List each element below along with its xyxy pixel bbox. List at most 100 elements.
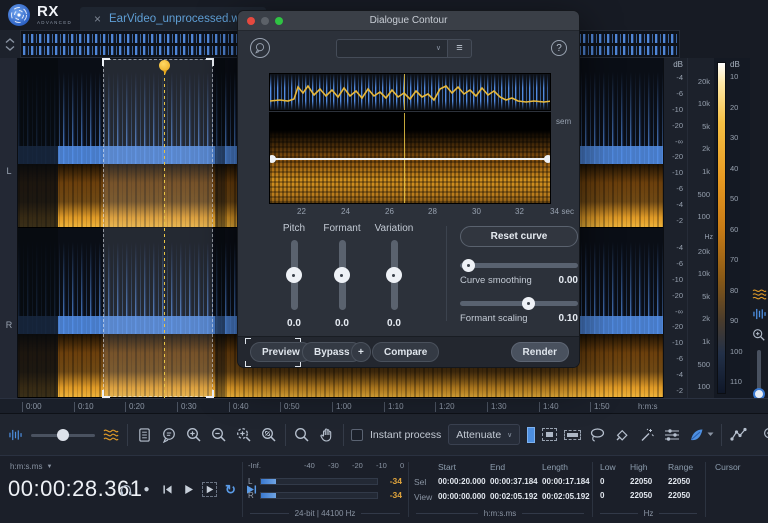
formant-scaling-slider[interactable] [460,301,578,306]
reset-curve-button[interactable]: Reset curve [460,226,578,247]
tab-label[interactable]: EarVideo_unprocessed.wav [109,13,252,25]
preset-dropdown[interactable]: ∨ [336,39,448,58]
formant-scaling-thumb[interactable] [522,297,535,310]
selection-corner[interactable] [206,390,214,398]
event-list-icon[interactable] [135,426,153,444]
colorbar-labels: dB 10 20 30 40 50 60 70 80 90 100 110 [728,58,750,398]
balance-slider-thumb[interactable] [57,429,69,441]
find-icon[interactable] [293,426,311,444]
zoom-in-icon[interactable] [185,426,203,444]
selection-info-section: Start End Length Sel 00:00:20.000 00:00:… [408,456,592,523]
module-dropdown[interactable]: Attenuate ∨ [448,424,520,445]
preset-menu-button[interactable]: ≡ [448,39,472,58]
channel-label-strip: L R [0,58,18,398]
chevron-down-icon: ∨ [436,44,441,52]
wave-spect-balance-slider[interactable] [31,428,95,442]
tab-close-icon[interactable]: × [94,13,101,25]
vertical-zoom-in-icon[interactable] [752,328,766,342]
dialog-playhead-line [404,74,405,110]
spectrogram-colorbar[interactable] [717,62,726,394]
dialogue-contour-dialog: Dialogue Contour ∨ ≡ ? [237,10,580,368]
horizontal-zoom-out-icon[interactable] [761,426,768,444]
zoom-selection-icon[interactable] [235,426,253,444]
bottom-toolbar: Instant process Attenuate ∨ [0,413,768,455]
meter-row-right: R -34 [248,491,402,499]
record-button[interactable]: ● [139,482,154,497]
variation-slider-thumb[interactable] [386,267,402,283]
contour-spectrogram-panel[interactable] [269,112,551,204]
time-format-dropdown[interactable]: h:m:s.ms ▼ [10,462,52,471]
add-preview-button[interactable]: + [351,342,371,362]
dialog-title-bar[interactable]: Dialogue Contour [238,11,579,31]
rx-logo: RX ADVANCED [0,4,80,26]
curve-smoothing-thumb[interactable] [462,259,475,272]
amplitude-ruler[interactable]: dB -4 -6 -10 -20 -∞ -20 -10 -6 -4 -2 -4 … [663,58,687,398]
playhead-marker[interactable] [158,60,171,75]
freq-ticks-left: 20k 10k 5k 2k 1k 500 100 [688,70,714,228]
variation-slider[interactable] [391,240,398,310]
meter-scale: -Inf. -40 -30 -20 -10 0 [242,461,408,470]
frequency-ruler[interactable]: 20k 10k 5k 2k 1k 500 100 20k 10k 5k 2k 1… [687,58,714,398]
dialogue-contour-module-icon [250,38,270,58]
selection-region[interactable] [103,59,213,397]
freq-ticks-right: 20k 10k 5k 2k 1k 500 100 [688,240,714,398]
brush-tool-icon[interactable] [613,426,631,444]
view-start: 00:00:00.000 [438,492,490,502]
play-button[interactable] [181,482,196,497]
frequency-selection-tool[interactable] [564,430,581,440]
peak-value-left: -34 [382,476,402,486]
time-selection-tool[interactable] [527,427,535,443]
transport-section: h:m:s.ms ▼ 00:00:28.361 ● ↻ [0,456,242,523]
vertical-zoom-slider[interactable] [757,350,761,402]
help-button[interactable]: ? [551,40,567,56]
view-length: 00:02:05.192 [542,492,592,502]
monitor-headphones-button[interactable] [118,482,133,497]
compare-button[interactable]: Compare [372,342,439,362]
zoom-out-icon[interactable] [210,426,228,444]
pitch-contour-line[interactable] [270,158,550,160]
zoom-all-icon[interactable] [260,426,278,444]
pitch-preview-panel[interactable] [269,73,551,111]
adjust-levels-icon[interactable] [663,426,681,444]
curve-nodes-icon[interactable] [729,426,747,444]
freq-ruler-unit: Hz [704,234,713,241]
curve-smoothing-slider[interactable] [460,263,578,268]
time-freq-selection-tool[interactable] [542,428,557,441]
variation-value: 0.0 [387,318,401,329]
instant-process-label[interactable]: Instant process [370,429,441,441]
status-bar: h:m:s.ms ▼ 00:00:28.361 ● ↻ -Inf. -40 -3… [0,455,768,523]
formant-scaling-control: Formant scaling 0.10 [460,301,578,324]
feather-tool[interactable] [688,427,714,443]
spectrogram-balance-icon [102,426,120,444]
pitch-value: 0.0 [287,318,301,329]
contour-handle-right[interactable] [544,155,551,163]
hand-tool-icon[interactable] [318,426,336,444]
time-ruler-unit: h:m:s [638,402,658,412]
pitch-slider[interactable] [291,240,298,310]
amp-ticks-left: -4 -6 -10 -20 -∞ -20 -10 -6 -4 -2 [664,70,687,228]
time-ruler[interactable]: 0:00 0:10 0:20 0:30 0:40 0:50 1:00 1:10 … [0,398,768,413]
selection-corner[interactable] [206,58,214,66]
overview-collapse-button[interactable] [0,30,20,58]
silence-region [215,228,225,397]
dialog-footer: Preview Bypass + Compare Render [238,336,579,367]
render-button[interactable]: Render [511,342,569,362]
loop-playback-button[interactable]: ↻ [223,482,238,497]
go-to-start-button[interactable] [160,482,175,497]
formant-slider[interactable] [339,240,346,310]
waveform-view-icon[interactable] [752,308,767,320]
spectrogram-view-icon[interactable] [752,288,767,300]
overview-filler [680,30,768,58]
play-selection-button[interactable] [202,482,217,497]
selection-corner[interactable] [102,390,110,398]
selection-corner[interactable] [102,58,110,66]
instant-process-checkbox[interactable] [351,429,363,441]
pitch-slider-thumb[interactable] [286,267,302,283]
contour-handle-left[interactable] [269,155,276,163]
right-tool-strip [750,58,768,398]
playhead-line [164,60,165,398]
formant-slider-thumb[interactable] [334,267,350,283]
comment-icon[interactable] [160,426,178,444]
magic-wand-tool-icon[interactable] [638,426,656,444]
lasso-tool-icon[interactable] [588,426,606,444]
